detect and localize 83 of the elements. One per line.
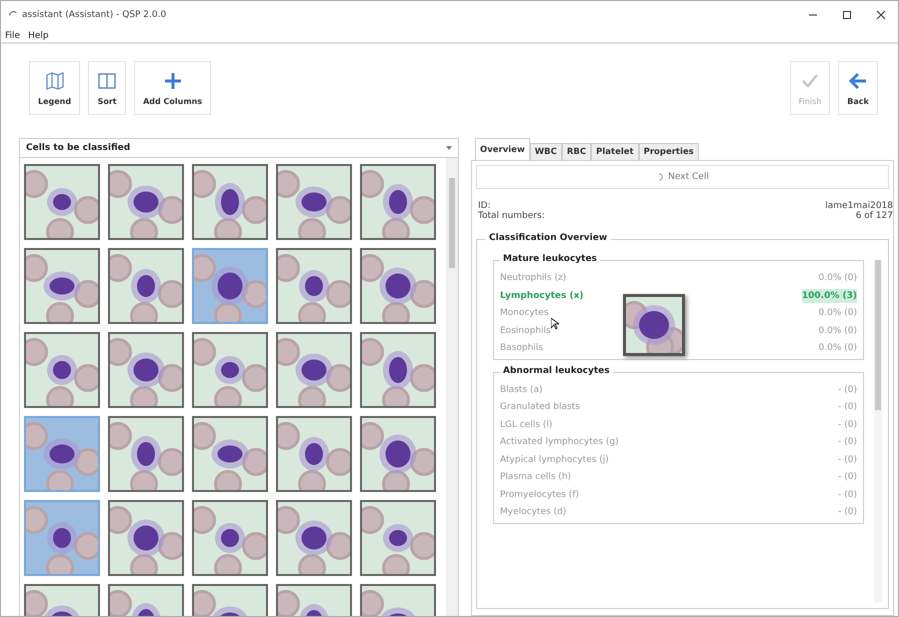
cell-image-thumbnail[interactable] xyxy=(24,416,100,492)
class-label: Eosinophils xyxy=(500,324,551,338)
scrollbar[interactable] xyxy=(874,260,882,602)
cell-image-thumbnail[interactable] xyxy=(192,500,268,576)
class-label: Lymphocytes (x) xyxy=(500,290,584,302)
cell-image-thumbnail[interactable] xyxy=(276,500,352,576)
class-label: Blasts (a) xyxy=(500,384,542,396)
close-icon[interactable] xyxy=(876,10,886,20)
class-value: 0.0% (0) xyxy=(818,324,857,338)
cell-image-thumbnail[interactable] xyxy=(108,332,184,408)
toolbar-button[interactable]: Back xyxy=(838,61,878,115)
menu-item[interactable]: File xyxy=(5,30,20,40)
class-label: Myelocytes (d) xyxy=(500,506,566,519)
tab[interactable]: Properties xyxy=(638,143,699,160)
tab[interactable]: Platelet xyxy=(591,143,639,160)
class-value: - (0) xyxy=(838,506,857,519)
class-value: - (0) xyxy=(838,401,857,414)
class-label: Basophils xyxy=(500,342,543,355)
next-cell-button[interactable]: Next Cell xyxy=(476,165,889,189)
toolbar-button[interactable]: Legend xyxy=(29,61,80,115)
info-value: 6 of 127 xyxy=(856,211,893,221)
cell-image-thumbnail[interactable] xyxy=(24,248,100,324)
toolbar-button[interactable]: Sort xyxy=(88,61,126,115)
dropdown-caret-icon xyxy=(446,146,452,150)
book-icon xyxy=(44,70,65,90)
cell-image-thumbnail[interactable] xyxy=(360,164,436,240)
info-label: ID: xyxy=(478,201,491,211)
cell-image-thumbnail[interactable] xyxy=(192,248,268,324)
cell-image-thumbnail[interactable] xyxy=(276,164,352,240)
scrollbar[interactable] xyxy=(446,158,458,616)
class-value: - (0) xyxy=(838,454,857,466)
class-label: Monocytes xyxy=(500,307,549,320)
class-value: - (0) xyxy=(838,488,857,502)
cursor-icon xyxy=(551,318,559,330)
class-label: Atypical lymphocytes (j) xyxy=(500,454,609,466)
cell-image-thumbnail[interactable] xyxy=(192,164,268,240)
tab[interactable]: RBC xyxy=(562,143,592,160)
class-label: Neutrophils (z) xyxy=(500,272,566,285)
class-label: Promyelocytes (f) xyxy=(500,488,579,502)
cell-image-thumbnail[interactable] xyxy=(276,416,352,492)
class-value: 0.0% (0) xyxy=(818,342,857,355)
cell-image-thumbnail[interactable] xyxy=(360,332,436,408)
cell-image-thumbnail[interactable] xyxy=(276,332,352,408)
cell-image-preview xyxy=(623,294,685,356)
cell-image-thumbnail[interactable] xyxy=(192,416,268,492)
class-value: 100.0% (3) xyxy=(802,288,857,303)
moon-icon xyxy=(656,173,664,181)
cell-image-thumbnail[interactable] xyxy=(24,164,100,240)
window-title: assistant (Assistant) - QSP 2.0.0 xyxy=(22,10,166,20)
cell-image-thumbnail[interactable] xyxy=(108,416,184,492)
columns-icon xyxy=(97,70,118,90)
back-arrow-icon xyxy=(848,70,868,90)
cell-image-thumbnail[interactable] xyxy=(108,164,184,240)
class-value: 0.0% (0) xyxy=(818,272,857,285)
class-value: - (0) xyxy=(838,418,857,432)
maximize-icon[interactable] xyxy=(842,10,852,20)
class-value: 0.0% (0) xyxy=(818,307,857,320)
cell-image-thumbnail[interactable] xyxy=(192,332,268,408)
cell-image-thumbnail[interactable] xyxy=(360,416,436,492)
group-title: Mature leukocytes xyxy=(500,254,600,264)
cell-image-thumbnail[interactable] xyxy=(276,248,352,324)
class-label: Plasma cells (h) xyxy=(500,471,572,484)
cell-image-thumbnail[interactable] xyxy=(24,332,100,408)
panel-title: Classification Overview xyxy=(485,233,612,243)
tab[interactable]: WBC xyxy=(530,143,562,160)
plus-icon xyxy=(162,70,183,90)
cell-image-thumbnail[interactable] xyxy=(108,500,184,576)
group-title: Abnormal leukocytes xyxy=(500,366,613,376)
class-value: - (0) xyxy=(838,436,857,449)
class-value: - (0) xyxy=(838,384,857,396)
cell-image-thumbnail[interactable] xyxy=(360,500,436,576)
class-label: Activated lymphocytes (g) xyxy=(500,436,619,449)
class-value: - (0) xyxy=(838,471,857,484)
toolbar-button[interactable]: Add Columns xyxy=(134,61,212,115)
class-label: LGL cells (l) xyxy=(500,418,552,432)
menu-item[interactable]: Help xyxy=(28,30,49,40)
info-value: lame1mai2018 xyxy=(825,201,893,211)
cell-image-thumbnail[interactable] xyxy=(24,500,100,576)
info-label: Total numbers: xyxy=(478,211,545,221)
class-label: Granulated blasts xyxy=(500,401,580,414)
tab[interactable]: Overview xyxy=(475,138,530,160)
cell-image-thumbnail[interactable] xyxy=(108,248,184,324)
cell-image-thumbnail[interactable] xyxy=(360,248,436,324)
